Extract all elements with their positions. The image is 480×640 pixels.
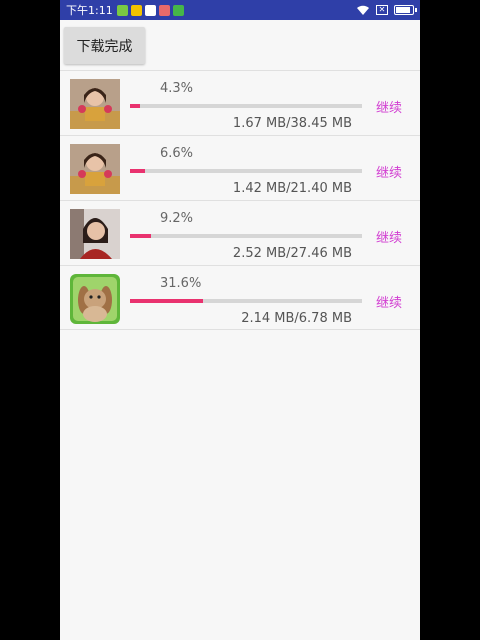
progress-percent: 4.3% bbox=[160, 81, 194, 96]
download-size: 2.52 MB/27.46 MB bbox=[232, 246, 352, 261]
phone-screen: 下午1:11 ✕ 下载完成 4.3% 1.67 MB/38.45 MB 继续 6.6%… bbox=[60, 0, 420, 640]
download-size: 1.67 MB/38.45 MB bbox=[232, 116, 352, 131]
status-time: 下午1:11 bbox=[66, 4, 113, 17]
notification-icon bbox=[172, 4, 184, 16]
wifi-icon bbox=[357, 5, 369, 15]
progress-percent: 31.6% bbox=[160, 276, 202, 291]
notification-icon bbox=[116, 4, 128, 16]
progress-bar bbox=[130, 299, 362, 303]
battery-level bbox=[396, 7, 410, 13]
progress-bar bbox=[130, 169, 362, 173]
thumbnail-image bbox=[70, 144, 120, 194]
progress-fill bbox=[130, 234, 152, 238]
thumbnail-image bbox=[70, 274, 120, 324]
battery-icon bbox=[394, 5, 417, 15]
download-size: 1.42 MB/21.40 MB bbox=[232, 181, 352, 196]
continue-button[interactable]: 继续 bbox=[376, 97, 402, 116]
progress-bar bbox=[130, 104, 362, 108]
progress-fill bbox=[130, 169, 146, 173]
download-row: 31.6% 2.14 MB/6.78 MB 继续 bbox=[60, 265, 420, 330]
thumbnail-image bbox=[70, 209, 120, 259]
download-complete-button[interactable]: 下载完成 bbox=[64, 27, 145, 64]
progress-bar bbox=[130, 234, 362, 238]
progress-fill bbox=[130, 104, 140, 108]
download-size: 2.14 MB/6.78 MB bbox=[241, 311, 352, 326]
download-row: 4.3% 1.67 MB/38.45 MB 继续 bbox=[60, 70, 420, 135]
continue-button[interactable]: 继续 bbox=[376, 162, 402, 181]
notification-icon bbox=[158, 4, 170, 16]
progress-percent: 6.6% bbox=[160, 146, 194, 161]
download-row: 9.2% 2.52 MB/27.46 MB 继续 bbox=[60, 200, 420, 265]
status-bar: 下午1:11 ✕ bbox=[60, 0, 420, 20]
thumbnail-image bbox=[70, 79, 120, 129]
continue-button[interactable]: 继续 bbox=[376, 292, 402, 311]
continue-button[interactable]: 继续 bbox=[376, 227, 402, 246]
download-list: 4.3% 1.67 MB/38.45 MB 继续 6.6% 1.42 MB/21.40 … bbox=[60, 70, 420, 330]
progress-fill bbox=[130, 299, 204, 303]
download-row: 6.6% 1.42 MB/21.40 MB 继续 bbox=[60, 135, 420, 200]
weibo-icon bbox=[144, 4, 156, 16]
no-sim-icon: ✕ bbox=[376, 5, 388, 15]
progress-percent: 9.2% bbox=[160, 211, 194, 226]
notification-icon bbox=[130, 4, 142, 16]
